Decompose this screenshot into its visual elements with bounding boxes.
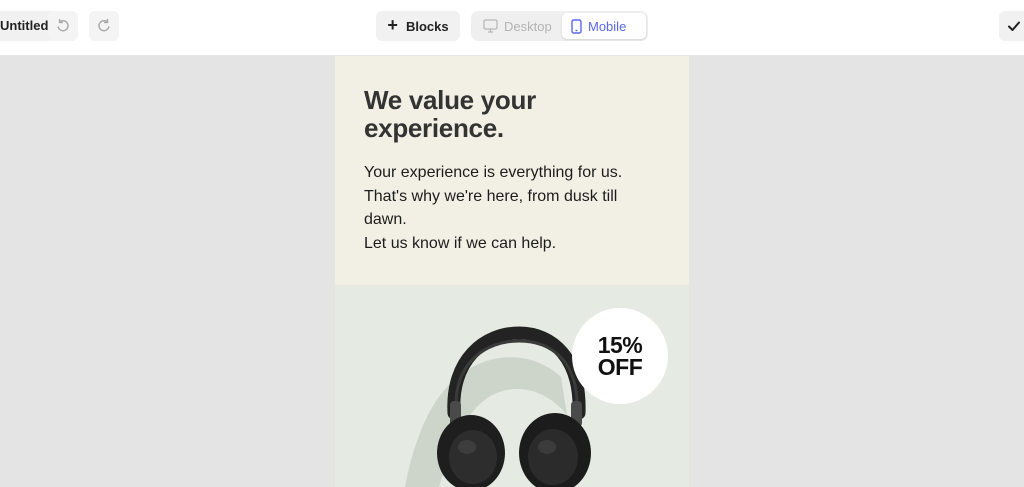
body-line-2: That's why we're here, from dusk till da…: [364, 187, 618, 229]
hero-section[interactable]: We value your experience. Your experienc…: [335, 56, 689, 285]
badge-off: OFF: [597, 354, 643, 380]
check-icon: [1008, 21, 1020, 31]
email-body-text: Your experience is everything for us. Th…: [364, 161, 664, 255]
view-mobile-label: Mobile: [588, 18, 627, 34]
view-mode-toggle: Desktop Mobile: [471, 11, 648, 41]
desktop-icon: [483, 19, 498, 33]
mobile-icon: [571, 18, 582, 34]
product-section[interactable]: 15% OFF: [335, 285, 689, 487]
add-blocks-button[interactable]: + Blocks: [376, 11, 460, 41]
email-heading: We value your experience.: [364, 85, 536, 143]
body-line-1: Your experience is everything for us.: [364, 164, 623, 181]
view-desktop-option[interactable]: Desktop: [474, 13, 561, 39]
undo-button[interactable]: [48, 11, 78, 41]
undo-icon: [57, 18, 69, 32]
badge-percent: 15%: [597, 332, 643, 358]
email-preview-canvas: We value your experience. Your experienc…: [335, 56, 689, 487]
body-line-3: Let us know if we can help.: [364, 234, 557, 252]
plus-icon: +: [387, 15, 398, 35]
blocks-label: Blocks: [405, 18, 449, 34]
redo-icon: [98, 18, 110, 32]
editor-toolbar: Untitled + Blocks Desktop Mobile: [0, 0, 1024, 56]
confirm-button[interactable]: [999, 11, 1024, 41]
discount-badge: 15% OFF: [572, 308, 668, 404]
view-mobile-option[interactable]: Mobile: [562, 13, 646, 39]
redo-button[interactable]: [89, 11, 119, 41]
view-desktop-label: Desktop: [504, 18, 552, 34]
